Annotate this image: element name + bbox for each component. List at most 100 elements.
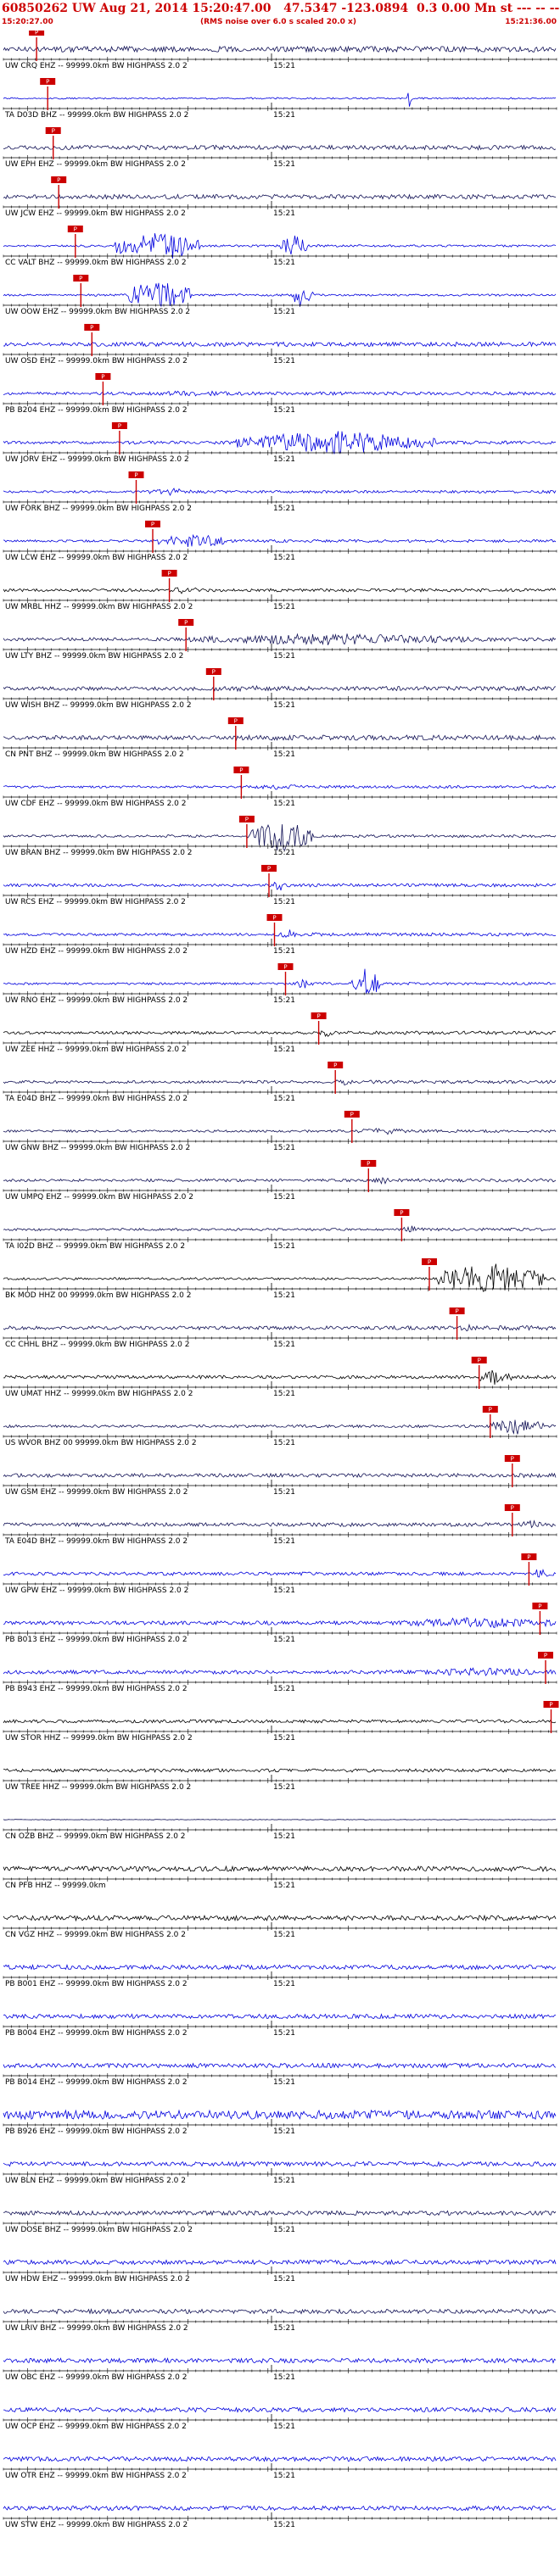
waveform-line <box>3 390 557 397</box>
waveform-line <box>3 968 557 994</box>
trace-row: 15:21 UW STOR HHZ -- 99999.0km BW HIGHPAS… <box>3 1701 559 1742</box>
trace-row: 15:21 PB B926 EHZ -- 99999.0km BW HIGHPAS… <box>3 2109 557 2136</box>
waveform-line <box>3 2406 557 2413</box>
station-label: UW UMAT HHZ -- 99999.0km BW HIGHPASS 2.0… <box>5 1390 193 1398</box>
station-label: UW OCP EHZ -- 99999.0km BW HIGHPASS 2.0 … <box>5 2423 187 2431</box>
minute-tick-label: 15:21 <box>273 357 295 365</box>
waveform-line <box>3 1964 557 1971</box>
minute-tick-label: 15:21 <box>273 898 295 906</box>
minute-tick-label: 15:21 <box>273 2275 295 2283</box>
waveform-line <box>3 431 557 454</box>
minute-tick-label: 15:21 <box>273 2423 295 2431</box>
waveform-line <box>3 1225 557 1233</box>
trace-row: 15:21 UW EPH EHZ -- 99999.0km BW HIGHPASS… <box>3 127 557 169</box>
station-label: UW GPW EHZ -- 99999.0km BW HIGHPASS 2.0 … <box>5 1586 188 1595</box>
trace-row: 15:21 CC CHHL BHZ -- 99999.0km BW HIGHPAS… <box>3 1308 557 1349</box>
waveform-line <box>3 2109 557 2121</box>
station-label: UW RCS EHZ -- 99999.0km BW HIGHPASS 2.0 … <box>5 898 186 906</box>
waveform-line <box>3 1667 557 1676</box>
station-label: UW HZD EHZ -- 99999.0km BW HIGHPASS 2.0 … <box>5 947 188 956</box>
station-label: PB B013 EHZ -- 99999.0km BW HIGHPASS 2.0… <box>5 1636 188 1644</box>
minute-tick-label: 15:21 <box>273 2521 295 2529</box>
trace-row: 15:21 UW OCP EHZ -- 99999.0km BW HIGHPASS… <box>3 2406 557 2431</box>
scaling-note: (RMS noise over 6.0 s scaled 20.0 x) <box>200 18 356 26</box>
station-label: UW CDF EHZ -- 99999.0km BW HIGHPASS 2.0 … <box>5 800 186 808</box>
trace-row: 15:21 PB B014 EHZ -- 99999.0km BW HIGHPAS… <box>3 2062 557 2087</box>
station-label: UW LRIV BHZ -- 99999.0km BW HIGHPASS 2.0… <box>5 2324 188 2333</box>
plot-header: 60850262 UW Aug 21, 2014 15:20:47.00 47.… <box>0 0 560 31</box>
waveform-line <box>3 2308 557 2315</box>
station-label: UW FORK BHZ -- 99999.0km BW HIGHPASS 2.0… <box>5 505 192 513</box>
waveform-line <box>3 1617 557 1629</box>
minute-tick-label: 15:21 <box>273 209 295 218</box>
minute-tick-label: 15:21 <box>273 1095 295 1103</box>
station-label: UW HDW EHZ -- 99999.0km BW HIGHPASS 2.0 … <box>5 2275 190 2283</box>
trace-row: 15:21 UW LRIV BHZ -- 99999.0km BW HIGHPAS… <box>3 2308 557 2333</box>
station-label: UW ZEE HHZ -- 99999.0km BW HIGHPASS 2.0 … <box>5 1045 187 1054</box>
trace-row: 15:21 UW LCW EHZ -- 99999.0km BW HIGHPASS… <box>3 521 557 562</box>
station-label: TA E04D BHZ -- 99999.0km BW HIGHPASS 2.0… <box>4 1537 188 1546</box>
trace-row: 15:21 TA E04D BHZ -- 99999.0km BW HIGHPAS… <box>3 1062 557 1103</box>
minute-tick-label: 15:21 <box>273 2324 295 2333</box>
trace-row: 15:21 PB B004 EHZ -- 99999.0km BW HIGHPAS… <box>3 2013 557 2038</box>
station-label: UW LCW EHZ -- 99999.0km BW HIGHPASS 2.0 … <box>5 554 188 562</box>
pick-label: P <box>46 79 49 86</box>
minute-tick-label: 15:21 <box>273 1488 295 1497</box>
trace-row: 15:21 TA I02D BHZ -- 99999.0km BW HIGHPAS… <box>3 1209 557 1251</box>
pick-label: P <box>549 1702 552 1709</box>
trace-row: 15:21 UW OOW EHZ -- 99999.0km BW HIGHPASS… <box>3 275 557 316</box>
trace-row: 15:21 CN OZB BHZ -- 99999.0km BW HIGHPASS… <box>3 1819 557 1841</box>
minute-tick-label: 15:21 <box>273 111 295 120</box>
station-label: UW JORV EHZ -- 99999.0km BW HIGHPASS 2.0… <box>5 455 189 464</box>
event-title: 60850262 UW Aug 21, 2014 15:20:47.00 47.… <box>2 2 560 15</box>
minute-tick-label: 15:21 <box>273 62 295 70</box>
seismogram-plot: 15:21 UW CRQ EHZ -- 99999.0km BW HIGHPASS… <box>3 31 559 2529</box>
station-label: CN VGZ HHZ -- 99999.0km BW HIGHPASS 2.0 … <box>5 1931 186 1939</box>
pick-label: P <box>74 226 77 233</box>
station-label: UW BRAN BHZ -- 99999.0km BW HIGHPASS 2.0… <box>5 849 193 857</box>
pick-label: P <box>428 1259 431 1266</box>
trace-row: 15:21 CN VGZ HHZ -- 99999.0km BW HIGHPASS… <box>3 1914 557 1939</box>
station-label: CN OZB BHZ -- 99999.0km BW HIGHPASS 2.0 … <box>5 1832 186 1841</box>
waveform-line <box>3 1323 557 1332</box>
minute-tick-label: 15:21 <box>273 1390 295 1398</box>
minute-tick-label: 15:21 <box>273 750 295 759</box>
waveform-line <box>3 1865 557 1872</box>
minute-tick-label: 15:21 <box>273 1734 295 1742</box>
minute-tick-label: 15:21 <box>273 996 295 1005</box>
minute-tick-label: 15:21 <box>273 1636 295 1644</box>
minute-tick-label: 15:21 <box>273 1242 295 1251</box>
trace-row: 15:21 UW GPW EHZ -- 99999.0km BW HIGHPASS… <box>3 1553 557 1595</box>
pick-label: P <box>489 1407 492 1413</box>
waveform-line <box>3 341 557 348</box>
waveform-line <box>3 2013 557 2020</box>
waveform-line <box>3 1472 557 1479</box>
pick-label: P <box>212 669 216 676</box>
pick-label: P <box>35 31 38 36</box>
pick-label: P <box>538 1603 541 1610</box>
minute-tick-label: 15:21 <box>273 1144 295 1152</box>
waveform-line <box>3 1914 557 1922</box>
station-label: UW GSM EHZ -- 99999.0km BW HIGHPASS 2.0 … <box>5 1488 188 1497</box>
pick-label: P <box>134 472 137 479</box>
station-label: UW OSD EHZ -- 99999.0km BW HIGHPASS 2.0 … <box>5 357 188 365</box>
minute-tick-label: 15:21 <box>273 554 295 562</box>
station-label: UW LTY BHZ -- 99999.0km BW HIGHPASS 2.0 … <box>5 652 183 661</box>
station-label: CN PFB HHZ -- 99999.0km <box>5 1882 106 1890</box>
pick-label: P <box>283 964 287 971</box>
station-label: PB B004 EHZ -- 99999.0km BW HIGHPASS 2.0… <box>5 2029 188 2038</box>
waveform-line <box>3 734 557 742</box>
station-label: PB B943 EHZ -- 99999.0km BW HIGHPASS 2.0… <box>5 1685 188 1693</box>
pick-label: P <box>478 1358 481 1364</box>
minute-tick-label: 15:21 <box>273 2029 295 2038</box>
trace-row: 15:21 CN PNT BHZ -- 99999.0km BW HIGHPASS… <box>3 717 557 759</box>
minute-tick-label: 15:21 <box>273 1882 295 1890</box>
trace-row: 15:21 UW HZD EHZ -- 99999.0km BW HIGHPASS… <box>3 914 557 956</box>
minute-tick-label: 15:21 <box>273 406 295 415</box>
station-label: PB B001 EHZ -- 99999.0km BW HIGHPASS 2.0… <box>5 1980 188 1988</box>
trace-row: 15:21 UW DOSE BHZ -- 99999.0km BW HIGHPAS… <box>3 2210 557 2234</box>
waveform-line <box>3 488 557 496</box>
trace-row: 15:21 PB B204 EHZ -- 99999.0km BW HIGHPAS… <box>3 373 557 415</box>
waveform-line <box>3 144 557 151</box>
minute-tick-label: 15:21 <box>273 1439 295 1447</box>
